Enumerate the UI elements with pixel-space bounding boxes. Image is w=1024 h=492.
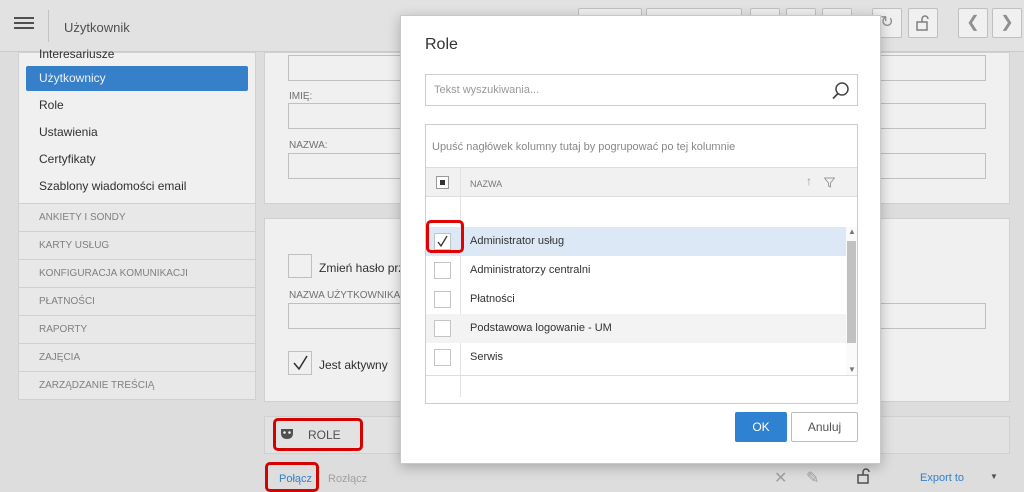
table-row[interactable]: Administrator usług	[426, 227, 846, 256]
grid-footer-line	[426, 375, 857, 376]
row-name: Serwis	[470, 351, 504, 363]
row-checkbox[interactable]	[434, 349, 451, 366]
scroll-up-icon[interactable]: ▲	[847, 227, 857, 236]
select-all-checkbox[interactable]	[436, 176, 449, 189]
filter-icon[interactable]	[824, 177, 835, 188]
row-name: Podstawowa logowanie - UM	[470, 322, 612, 334]
table-row[interactable]: Podstawowa logowanie - UM	[426, 314, 846, 343]
table-row[interactable]: Płatności	[426, 285, 846, 314]
dialog-title: Role	[425, 36, 458, 53]
scrollbar-thumb[interactable]	[847, 241, 856, 343]
search-placeholder: Tekst wyszukiwania...	[434, 84, 540, 96]
search-icon[interactable]	[831, 81, 851, 101]
checkmark-icon	[437, 235, 448, 248]
cancel-button[interactable]: Anuluj	[791, 412, 858, 442]
row-checkbox[interactable]	[434, 320, 451, 337]
row-name: Płatności	[470, 293, 515, 305]
scroll-down-icon[interactable]: ▼	[847, 365, 857, 374]
grid-header: NAZWA ↑	[426, 167, 857, 197]
column-header-nazwa[interactable]: NAZWA	[470, 179, 502, 189]
table-row[interactable]: Serwis	[426, 343, 846, 372]
table-row[interactable]: Administratorzy centralni	[426, 256, 846, 285]
roles-grid: Upuść nagłówek kolumny tutaj by pogrupow…	[425, 124, 858, 404]
group-by-hint: Upuść nagłówek kolumny tutaj by pogrupow…	[432, 141, 736, 153]
row-name: Administratorzy centralni	[470, 264, 591, 276]
row-name: Administrator usług	[470, 235, 565, 247]
role-dialog: Role Tekst wyszukiwania... Upuść nagłówe…	[400, 15, 881, 464]
sort-icon[interactable]: ↑	[806, 174, 812, 188]
vertical-scrollbar[interactable]: ▲ ▼	[846, 227, 857, 375]
row-checkbox[interactable]	[434, 233, 451, 250]
ok-button[interactable]: OK	[735, 412, 787, 442]
row-checkbox[interactable]	[434, 291, 451, 308]
row-checkbox[interactable]	[434, 262, 451, 279]
search-input[interactable]: Tekst wyszukiwania...	[425, 74, 858, 106]
